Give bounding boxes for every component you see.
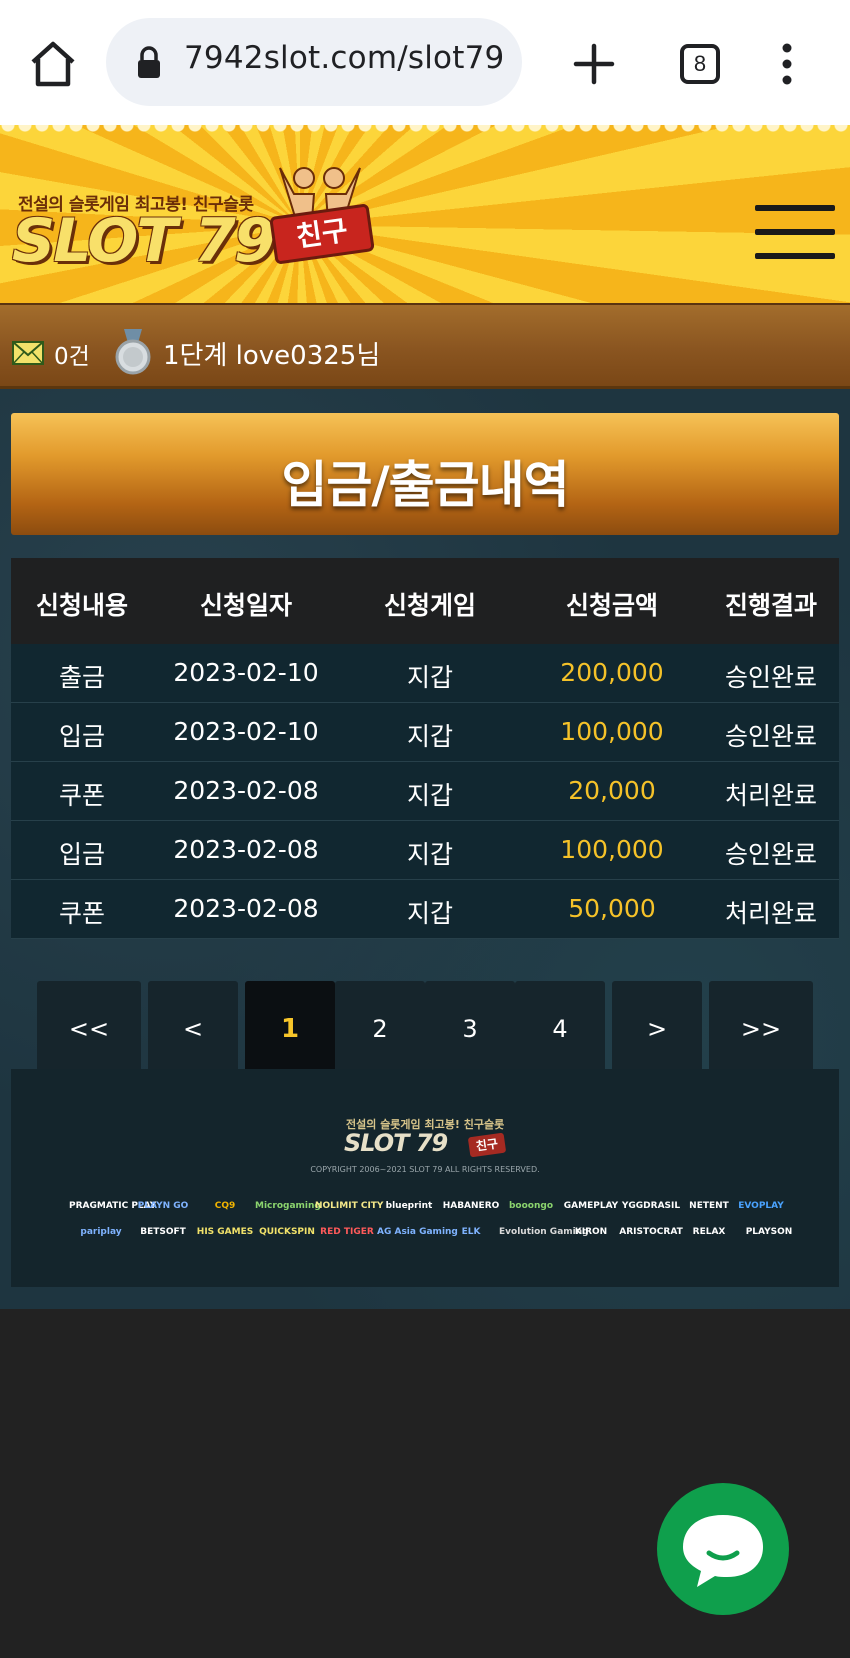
footer-logo-badge: 친구 — [467, 1132, 507, 1158]
header-date: 신청일자 — [199, 591, 292, 620]
provider-logo: PLAYN GO — [137, 1201, 189, 1211]
site-logo[interactable]: 전설의 슬롯게임 최고봉! 친구슬롯 SLOT 79 친구 — [10, 160, 375, 280]
page-title-bar: 입금/출금내역 — [11, 413, 839, 535]
cell-date: 2023-02-08 — [173, 776, 319, 805]
chat-button[interactable] — [657, 1483, 789, 1615]
user-level-name: 1단계 love0325님 — [163, 341, 381, 371]
tab-switcher-button[interactable]: 8 — [680, 44, 720, 84]
cell-type: 입금 — [58, 722, 105, 751]
page-1-button[interactable]: 1 — [245, 981, 335, 1077]
provider-logo: GAMEPLAY — [563, 1201, 619, 1211]
footer-logo-text: SLOT 79 — [344, 1129, 448, 1157]
cell-amount: 20,000 — [568, 776, 656, 805]
logo-text: SLOT 79 — [12, 206, 276, 276]
provider-logo: CQ9 — [214, 1201, 236, 1211]
chat-bubble-icon — [683, 1515, 763, 1587]
url-text: 7942slot.com/slot79 — [184, 40, 505, 76]
provider-logo: NOLIMIT CITY — [315, 1201, 384, 1211]
page-2-button[interactable]: 2 — [335, 981, 425, 1077]
provider-logo: KIRON — [574, 1227, 608, 1237]
cell-result: 처리완료 — [724, 781, 817, 810]
cell-date: 2023-02-10 — [173, 717, 319, 746]
header-game: 신청게임 — [383, 591, 476, 620]
cell-result: 승인완료 — [724, 722, 817, 751]
cell-result: 승인완료 — [724, 663, 817, 692]
cell-type: 입금 — [58, 840, 105, 869]
cell-type: 쿠폰 — [58, 781, 105, 810]
header-type: 신청내용 — [35, 591, 128, 620]
provider-logo: BETSOFT — [140, 1227, 186, 1237]
provider-logo: booongo — [508, 1201, 554, 1211]
provider-logo: ARISTOCRAT — [619, 1227, 683, 1237]
provider-logo: EVOPLAY — [738, 1201, 784, 1211]
provider-logo: ELK — [461, 1227, 481, 1237]
cell-amount: 50,000 — [568, 894, 656, 923]
footer: 전설의 슬롯게임 최고봉! 친구슬롯 SLOT 79 친구 COPYRIGHT … — [11, 1069, 839, 1287]
page-first-button[interactable]: << — [37, 981, 141, 1077]
mail-count[interactable]: 0건 — [54, 337, 90, 371]
cell-game: 지갑 — [406, 899, 453, 928]
provider-logo: blueprint — [385, 1201, 433, 1211]
cell-result: 처리완료 — [724, 899, 817, 928]
medal-icon — [115, 329, 151, 375]
provider-logo: YGGDRASIL — [621, 1201, 681, 1211]
table-row: 출금 2023-02-10 지갑 200,000 승인완료 — [11, 644, 839, 703]
provider-logo: PRAGMATIC PLAY — [69, 1201, 157, 1211]
provider-logo: PLAYSON — [745, 1227, 793, 1237]
provider-logo: HIS GAMES — [196, 1227, 254, 1237]
page-3-button[interactable]: 3 — [425, 981, 515, 1077]
cell-amount: 100,000 — [560, 835, 664, 864]
mail-icon[interactable] — [12, 339, 44, 365]
header-result: 진행결과 — [724, 591, 817, 620]
transaction-table: 신청내용 신청일자 신청게임 신청금액 진행결과 출금 2023-02-10 지… — [11, 558, 839, 939]
provider-logo: pariplay — [80, 1227, 122, 1237]
page-last-button[interactable]: >> — [709, 981, 813, 1077]
cell-type: 쿠폰 — [58, 899, 105, 928]
more-menu-icon[interactable] — [775, 40, 799, 88]
cell-amount: 100,000 — [560, 717, 664, 746]
cell-type: 출금 — [58, 663, 105, 692]
address-bar[interactable]: 7942slot.com/slot79 — [106, 18, 522, 106]
provider-logo: HABANERO — [442, 1201, 500, 1211]
table-header: 신청내용 신청일자 신청게임 신청금액 진행결과 — [11, 558, 839, 644]
footer-copyright: COPYRIGHT 2006~2021 SLOT 79 ALL RIGHTS R… — [310, 1165, 540, 1174]
provider-logo: AG Asia Gaming — [377, 1227, 458, 1237]
provider-logo: Evolution Gaming — [499, 1227, 589, 1237]
provider-logo: RELAX — [692, 1227, 726, 1237]
cell-result: 승인완료 — [724, 840, 817, 869]
table-row: 입금 2023-02-08 지갑 100,000 승인완료 — [11, 821, 839, 880]
table-row: 쿠폰 2023-02-08 지갑 50,000 처리완료 — [11, 880, 839, 939]
cell-game: 지갑 — [406, 840, 453, 869]
table-row: 입금 2023-02-10 지갑 100,000 승인완료 — [11, 703, 839, 762]
provider-logo: QUICKSPIN — [259, 1227, 315, 1237]
page-prev-button[interactable]: < — [148, 981, 238, 1077]
cell-date: 2023-02-10 — [173, 658, 319, 687]
header-scallop-border — [0, 125, 850, 141]
browser-toolbar: 7942slot.com/slot79 8 — [0, 0, 850, 125]
page-title: 입금/출금내역 — [281, 456, 569, 514]
provider-logo: RED TIGER — [320, 1227, 374, 1237]
home-icon[interactable] — [28, 40, 78, 88]
header-amount: 신청금액 — [565, 591, 658, 620]
cell-amount: 200,000 — [560, 658, 664, 687]
page-next-button[interactable]: > — [612, 981, 702, 1077]
cell-date: 2023-02-08 — [173, 894, 319, 923]
cell-game: 지갑 — [406, 663, 453, 692]
cell-date: 2023-02-08 — [173, 835, 319, 864]
provider-logo: Microgaming — [255, 1201, 321, 1211]
new-tab-icon[interactable] — [570, 40, 618, 88]
user-info-bar: 0건 1단계 love0325님 — [0, 303, 850, 389]
pagination: << < 1 2 3 4 > >> — [37, 981, 813, 1077]
table-row: 쿠폰 2023-02-08 지갑 20,000 처리완료 — [11, 762, 839, 821]
page-4-button[interactable]: 4 — [515, 981, 605, 1077]
lock-icon — [138, 46, 160, 78]
cell-game: 지갑 — [406, 781, 453, 810]
hamburger-menu-icon[interactable] — [755, 205, 835, 261]
cell-game: 지갑 — [406, 722, 453, 751]
